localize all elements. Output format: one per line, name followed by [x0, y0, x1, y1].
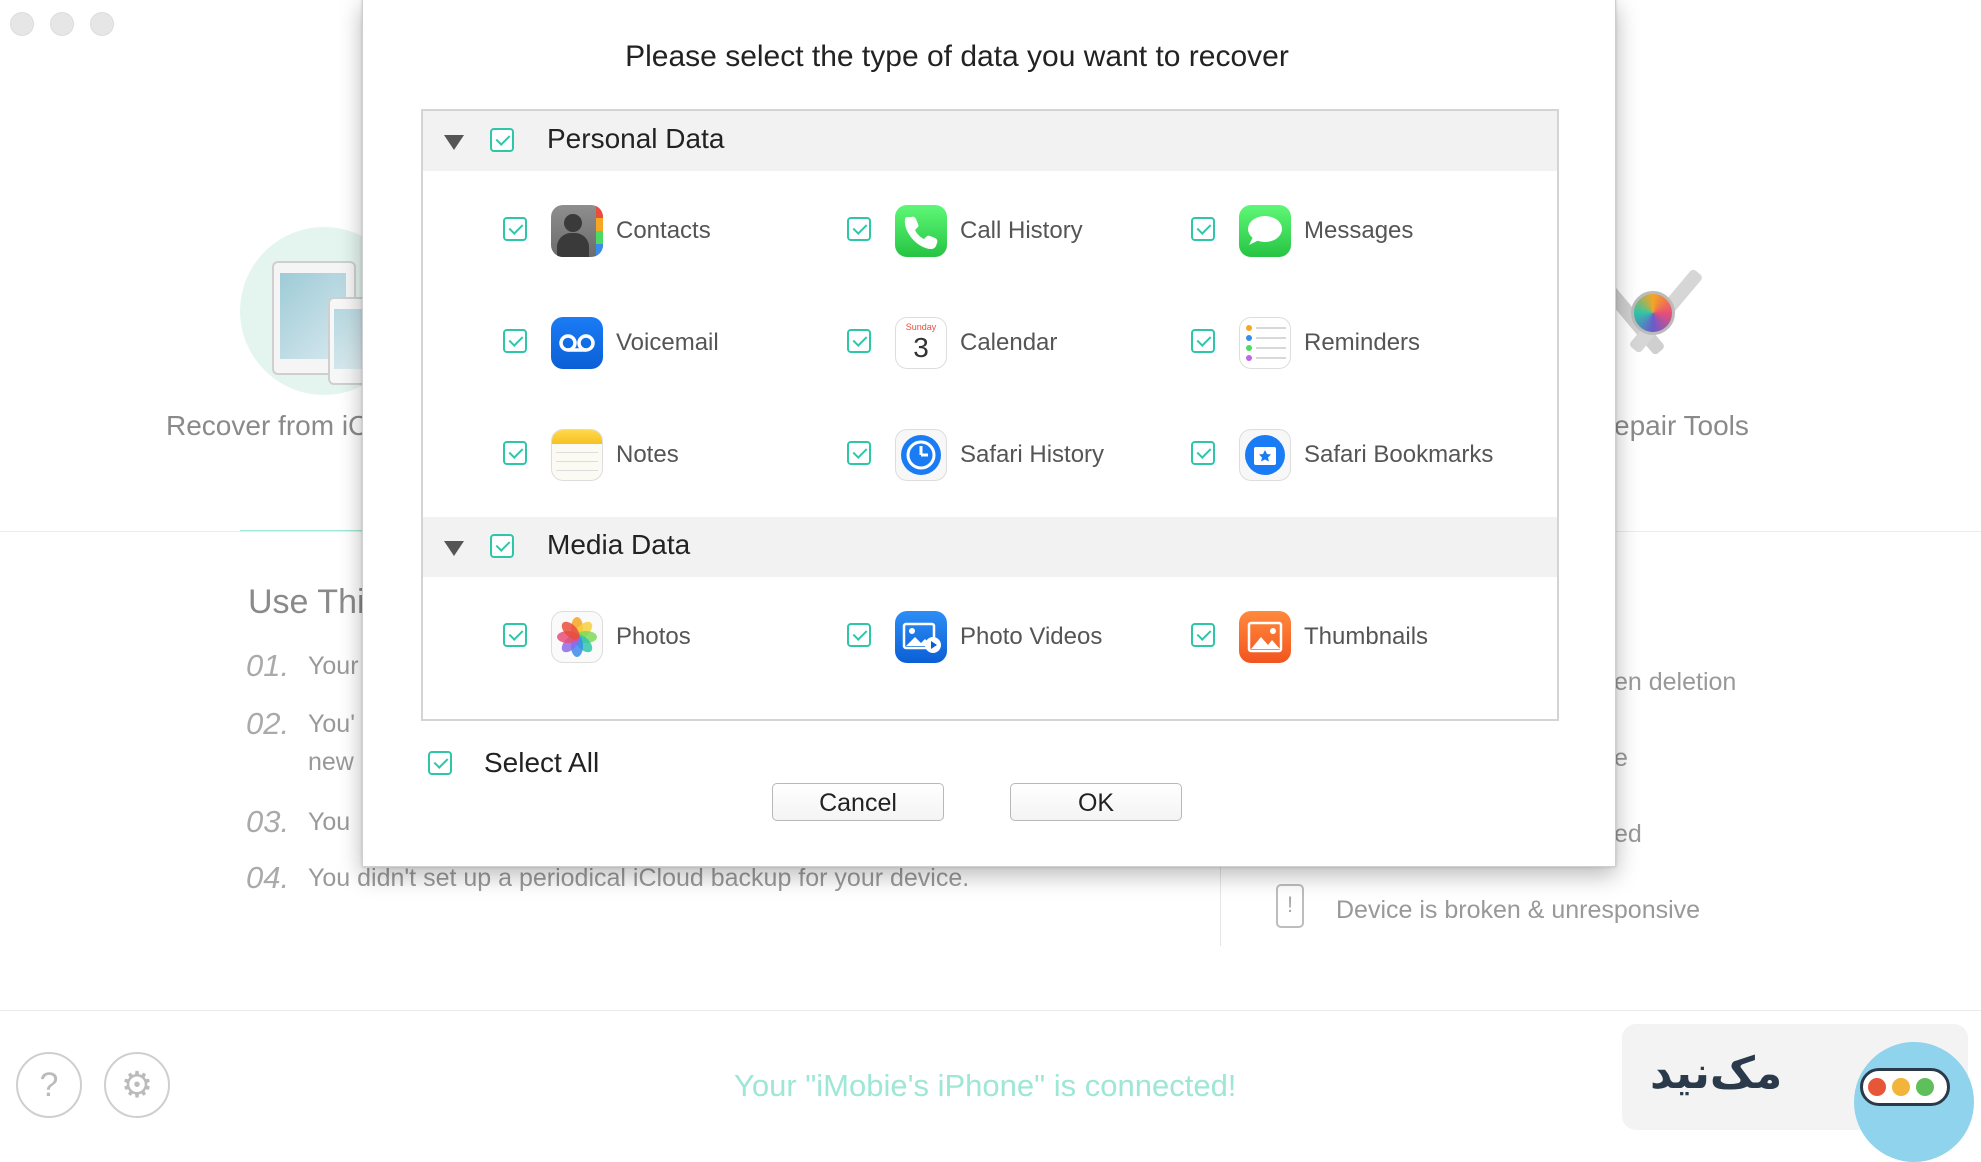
recover-data-dialog: Please select the type of data you want …	[362, 0, 1616, 867]
messages-label: Messages	[1304, 217, 1414, 244]
call-history-checkbox[interactable]	[847, 217, 871, 241]
reason-4-number: 04.	[246, 860, 290, 895]
contacts-icon	[551, 205, 603, 257]
footer-divider	[0, 1010, 1981, 1011]
warning-icon: !	[1276, 884, 1304, 928]
messages-checkbox[interactable]	[1191, 217, 1215, 241]
reason-3-number: 03.	[246, 804, 290, 839]
media-data-collapse-triangle-icon[interactable]	[444, 541, 464, 556]
safari-history-checkbox[interactable]	[847, 441, 871, 465]
messages-icon	[1239, 205, 1291, 257]
right-item-1: en deletion	[1614, 668, 1737, 696]
contacts-label: Contacts	[616, 217, 711, 244]
notes-checkbox[interactable]	[503, 441, 527, 465]
reason-2-text-cont: new	[308, 748, 354, 776]
media-data-checkbox[interactable]	[490, 534, 514, 558]
contacts-checkbox[interactable]	[503, 217, 527, 241]
dialog-title: Please select the type of data you want …	[625, 40, 1289, 73]
voicemail-label: Voicemail	[616, 329, 719, 356]
photo-videos-label: Photo Videos	[960, 623, 1103, 650]
calendar-label: Calendar	[960, 329, 1058, 356]
personal-data-checkbox[interactable]	[490, 128, 514, 152]
calendar-icon: Sunday 3	[895, 317, 947, 369]
column-divider	[1220, 860, 1221, 946]
watermark-logo: مک‌نید	[1622, 1024, 1974, 1162]
right-item-4: Device is broken & unresponsive	[1336, 896, 1701, 924]
watermark-text: مک‌نید	[1650, 1049, 1783, 1098]
voicemail-checkbox[interactable]	[503, 329, 527, 353]
safari-bookmarks-label: Safari Bookmarks	[1304, 441, 1494, 468]
left-tab-label: Recover from iC	[166, 410, 369, 441]
reason-2-number: 02.	[246, 706, 290, 741]
cancel-button[interactable]: Cancel	[772, 783, 944, 821]
safari-bookmarks-checkbox[interactable]	[1191, 441, 1215, 465]
media-data-title: Media Data	[547, 529, 691, 560]
help-button[interactable]: ?	[16, 1052, 82, 1118]
reason-4-text: You didn't set up a periodical iCloud ba…	[308, 864, 970, 892]
right-item-2: e	[1614, 744, 1628, 772]
thumbnails-checkbox[interactable]	[1191, 623, 1215, 647]
reason-3-text: You	[308, 808, 351, 836]
minimize-window-button[interactable]	[50, 12, 74, 36]
safari-bookmarks-icon	[1239, 429, 1291, 481]
reminders-label: Reminders	[1304, 329, 1421, 356]
ok-button[interactable]: OK	[1010, 783, 1182, 821]
calendar-icon-day: Sunday	[905, 322, 937, 332]
zoom-window-button[interactable]	[90, 12, 114, 36]
select-all-label[interactable]: Select All	[484, 747, 599, 779]
right-item-3: ed	[1614, 820, 1642, 848]
close-window-button[interactable]	[10, 12, 34, 36]
notes-icon	[551, 429, 603, 481]
thumbnails-label: Thumbnails	[1304, 623, 1429, 650]
reminders-icon	[1239, 317, 1291, 369]
photos-icon	[551, 611, 603, 663]
settings-gear-icon[interactable]: ⚙	[104, 1052, 170, 1118]
photos-label: Photos	[616, 623, 691, 650]
thumbnails-icon	[1239, 611, 1291, 663]
reminders-checkbox[interactable]	[1191, 329, 1215, 353]
personal-data-title: Personal Data	[547, 123, 725, 154]
reason-1-text: Your	[308, 652, 359, 680]
connection-status: Your "iMobie's iPhone" is connected!	[734, 1068, 1237, 1103]
data-type-panel: Personal Data Contacts Call History Mess…	[421, 109, 1559, 721]
photo-videos-icon	[895, 611, 947, 663]
personal-data-header: Personal Data	[423, 111, 1557, 171]
right-tab-label: epair Tools	[1614, 410, 1749, 441]
voicemail-icon	[551, 317, 603, 369]
notes-label: Notes	[616, 441, 679, 468]
safari-history-label: Safari History	[960, 441, 1105, 468]
calendar-checkbox[interactable]	[847, 329, 871, 353]
photos-checkbox[interactable]	[503, 623, 527, 647]
personal-data-collapse-triangle-icon[interactable]	[444, 135, 464, 150]
photo-videos-checkbox[interactable]	[847, 623, 871, 647]
use-heading: Use Thi	[248, 583, 365, 621]
media-data-header: Media Data	[423, 517, 1557, 577]
select-all-checkbox[interactable]	[428, 751, 452, 775]
phone-icon	[895, 205, 947, 257]
call-history-label: Call History	[960, 217, 1083, 244]
reason-1-number: 01.	[246, 648, 290, 683]
reason-2-text: You'	[308, 710, 355, 738]
safari-history-icon	[895, 429, 947, 481]
calendar-icon-date: 3	[913, 332, 929, 363]
repair-tools-icon[interactable]	[1590, 255, 1705, 365]
